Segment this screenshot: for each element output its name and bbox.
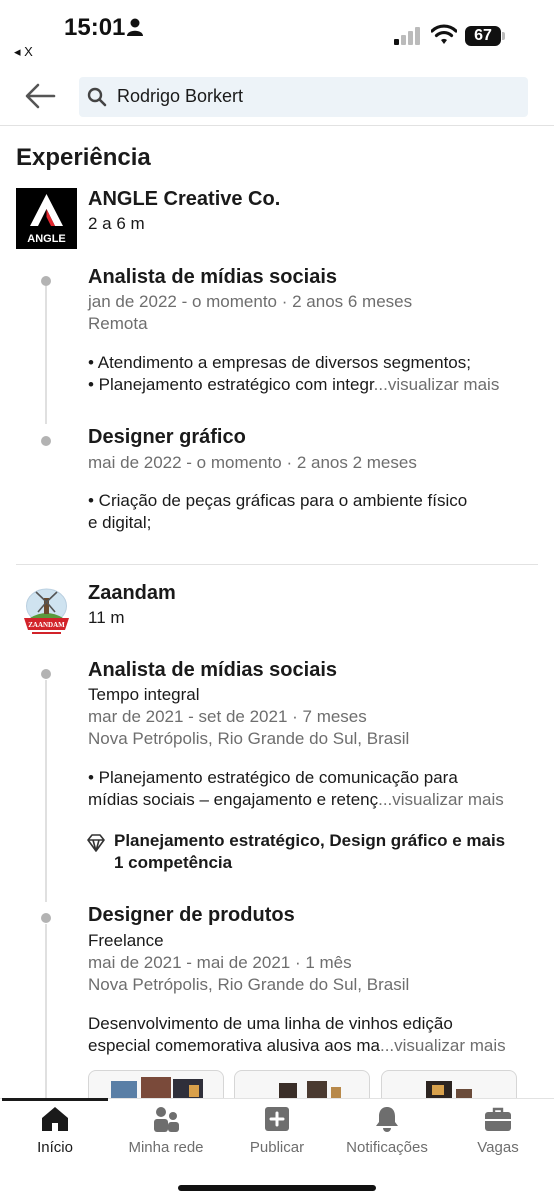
home-icon bbox=[42, 1107, 68, 1131]
experience-section: Experiência ANGLE ANGLE Creative Co. 2 a… bbox=[0, 126, 554, 1098]
description-line: e digital; bbox=[88, 513, 152, 532]
description-line: mídias sociais – engajamento e retenç...… bbox=[88, 789, 540, 811]
tab-label: Notificações bbox=[346, 1139, 428, 1156]
wifi-icon bbox=[431, 24, 457, 44]
role-title[interactable]: Designer gráfico bbox=[88, 426, 246, 449]
divider bbox=[16, 564, 538, 565]
tab-jobs[interactable]: Vagas bbox=[443, 1105, 553, 1165]
description-line: • Atendimento a empresas de diversos seg… bbox=[88, 353, 471, 372]
timeline-dot bbox=[41, 913, 51, 923]
person-icon bbox=[127, 18, 143, 36]
briefcase-icon bbox=[485, 1107, 511, 1131]
role-description: Desenvolvimento de uma linha de vinhos e… bbox=[88, 1013, 540, 1057]
tab-label: Minha rede bbox=[128, 1139, 204, 1156]
search-input[interactable]: Rodrigo Borkert bbox=[79, 77, 528, 117]
search-icon bbox=[87, 87, 107, 107]
skills-text: Planejamento estratégico, Design gráfico… bbox=[114, 830, 544, 874]
media-thumbnail[interactable] bbox=[381, 1070, 517, 1098]
media-thumbnail-image bbox=[426, 1081, 472, 1098]
role-description: • Criação de peças gráficas para o ambie… bbox=[88, 490, 540, 534]
role-description: • Planejamento estratégico de comunicaçã… bbox=[88, 767, 540, 811]
media-thumbnail[interactable] bbox=[234, 1070, 370, 1098]
description-text: especial comemorativa alusiva aos ma bbox=[88, 1036, 380, 1055]
timeline-line bbox=[45, 924, 47, 1098]
bell-icon bbox=[376, 1107, 398, 1132]
description-line: • Planejamento estratégico de comunicaçã… bbox=[88, 768, 458, 787]
role-dates: mar de 2021 - set de 2021 · 7 meses bbox=[88, 707, 367, 726]
timeline-line bbox=[45, 680, 47, 902]
skills-line: Planejamento estratégico, Design gráfico… bbox=[114, 831, 506, 850]
role-title[interactable]: Analista de mídias sociais bbox=[88, 266, 337, 289]
post-icon bbox=[265, 1107, 289, 1131]
role-location: Nova Petrópolis, Rio Grande do Sul, Bras… bbox=[88, 729, 410, 748]
back-to-app-link[interactable]: ◂ X bbox=[14, 44, 33, 60]
timeline-dot bbox=[41, 276, 51, 286]
media-thumbnail-image bbox=[279, 1081, 341, 1098]
tab-notifications[interactable]: Notificações bbox=[332, 1105, 442, 1165]
tab-label: Vagas bbox=[477, 1139, 519, 1156]
description-line: Desenvolvimento de uma linha de vinhos e… bbox=[88, 1014, 453, 1033]
employment-type: Freelance bbox=[88, 931, 164, 950]
role-description: • Atendimento a empresas de diversos seg… bbox=[88, 352, 540, 396]
company-logo-zaandam[interactable]: ZAANDAM bbox=[16, 582, 77, 643]
role-title[interactable]: Analista de mídias sociais bbox=[88, 659, 337, 682]
role-dates: jan de 2022 - o momento · 2 anos 6 meses bbox=[88, 292, 413, 311]
search-value: Rodrigo Borkert bbox=[117, 86, 244, 106]
diamond-icon bbox=[87, 834, 105, 852]
home-indicator[interactable] bbox=[178, 1185, 376, 1191]
company-duration: 11 m bbox=[88, 608, 125, 627]
role-dates: mai de 2021 - mai de 2021 · 1 mês bbox=[88, 953, 352, 972]
employment-type: Tempo integral bbox=[88, 685, 200, 704]
role-location: Remota bbox=[88, 314, 148, 333]
media-thumbnail-image bbox=[111, 1077, 203, 1098]
skills-line: 1 competência bbox=[114, 853, 233, 872]
network-icon bbox=[154, 1107, 179, 1132]
status-time: 15:01 bbox=[64, 14, 126, 41]
svg-text:ZAANDAM: ZAANDAM bbox=[28, 621, 65, 629]
see-more-link[interactable]: ...visualizar mais bbox=[380, 1036, 506, 1055]
tab-post[interactable]: Publicar bbox=[222, 1105, 332, 1165]
active-tab-indicator bbox=[2, 1098, 108, 1101]
battery-indicator: 67 bbox=[465, 26, 501, 46]
status-bar: 15:01 ◂ X 67 bbox=[0, 0, 554, 66]
see-more-link[interactable]: ...visualizar mais bbox=[374, 375, 500, 394]
tab-label: Publicar bbox=[249, 1139, 305, 1156]
timeline-dot bbox=[41, 436, 51, 446]
tab-label: Início bbox=[37, 1139, 73, 1156]
description-line: especial comemorativa alusiva aos ma...v… bbox=[88, 1035, 540, 1057]
company-duration: 2 a 6 m bbox=[88, 214, 145, 233]
see-more-link[interactable]: ...visualizar mais bbox=[378, 790, 504, 809]
angle-logo-icon: ANGLE bbox=[16, 188, 77, 249]
tab-network[interactable]: Minha rede bbox=[111, 1105, 221, 1165]
company-name[interactable]: ANGLE Creative Co. bbox=[88, 188, 280, 211]
section-title: Experiência bbox=[16, 144, 151, 171]
media-thumbnail[interactable] bbox=[88, 1070, 224, 1098]
battery-tip bbox=[502, 32, 505, 40]
back-arrow-icon[interactable] bbox=[24, 82, 56, 110]
description-line: • Criação de peças gráficas para o ambie… bbox=[88, 491, 468, 510]
role-dates: mai de 2022 - o momento · 2 anos 2 meses bbox=[88, 453, 417, 472]
battery-level: 67 bbox=[474, 27, 492, 44]
company-logo-angle[interactable]: ANGLE bbox=[16, 188, 77, 249]
description-text: mídias sociais – engajamento e retenç bbox=[88, 790, 379, 809]
description-text: • Planejamento estratégico com integr bbox=[88, 375, 374, 394]
role-title[interactable]: Designer de produtos bbox=[88, 904, 295, 927]
timeline-dot bbox=[41, 669, 51, 679]
cellular-signal-icon bbox=[394, 27, 420, 45]
top-bar: Rodrigo Borkert bbox=[0, 66, 554, 126]
svg-text:ANGLE: ANGLE bbox=[27, 233, 66, 245]
timeline-line bbox=[45, 286, 47, 424]
tab-home[interactable]: Início bbox=[0, 1105, 110, 1165]
company-name[interactable]: Zaandam bbox=[88, 582, 176, 605]
description-line: • Planejamento estratégico com integr...… bbox=[88, 374, 540, 396]
role-location: Nova Petrópolis, Rio Grande do Sul, Bras… bbox=[88, 975, 410, 994]
zaandam-logo-icon: ZAANDAM bbox=[16, 582, 77, 643]
